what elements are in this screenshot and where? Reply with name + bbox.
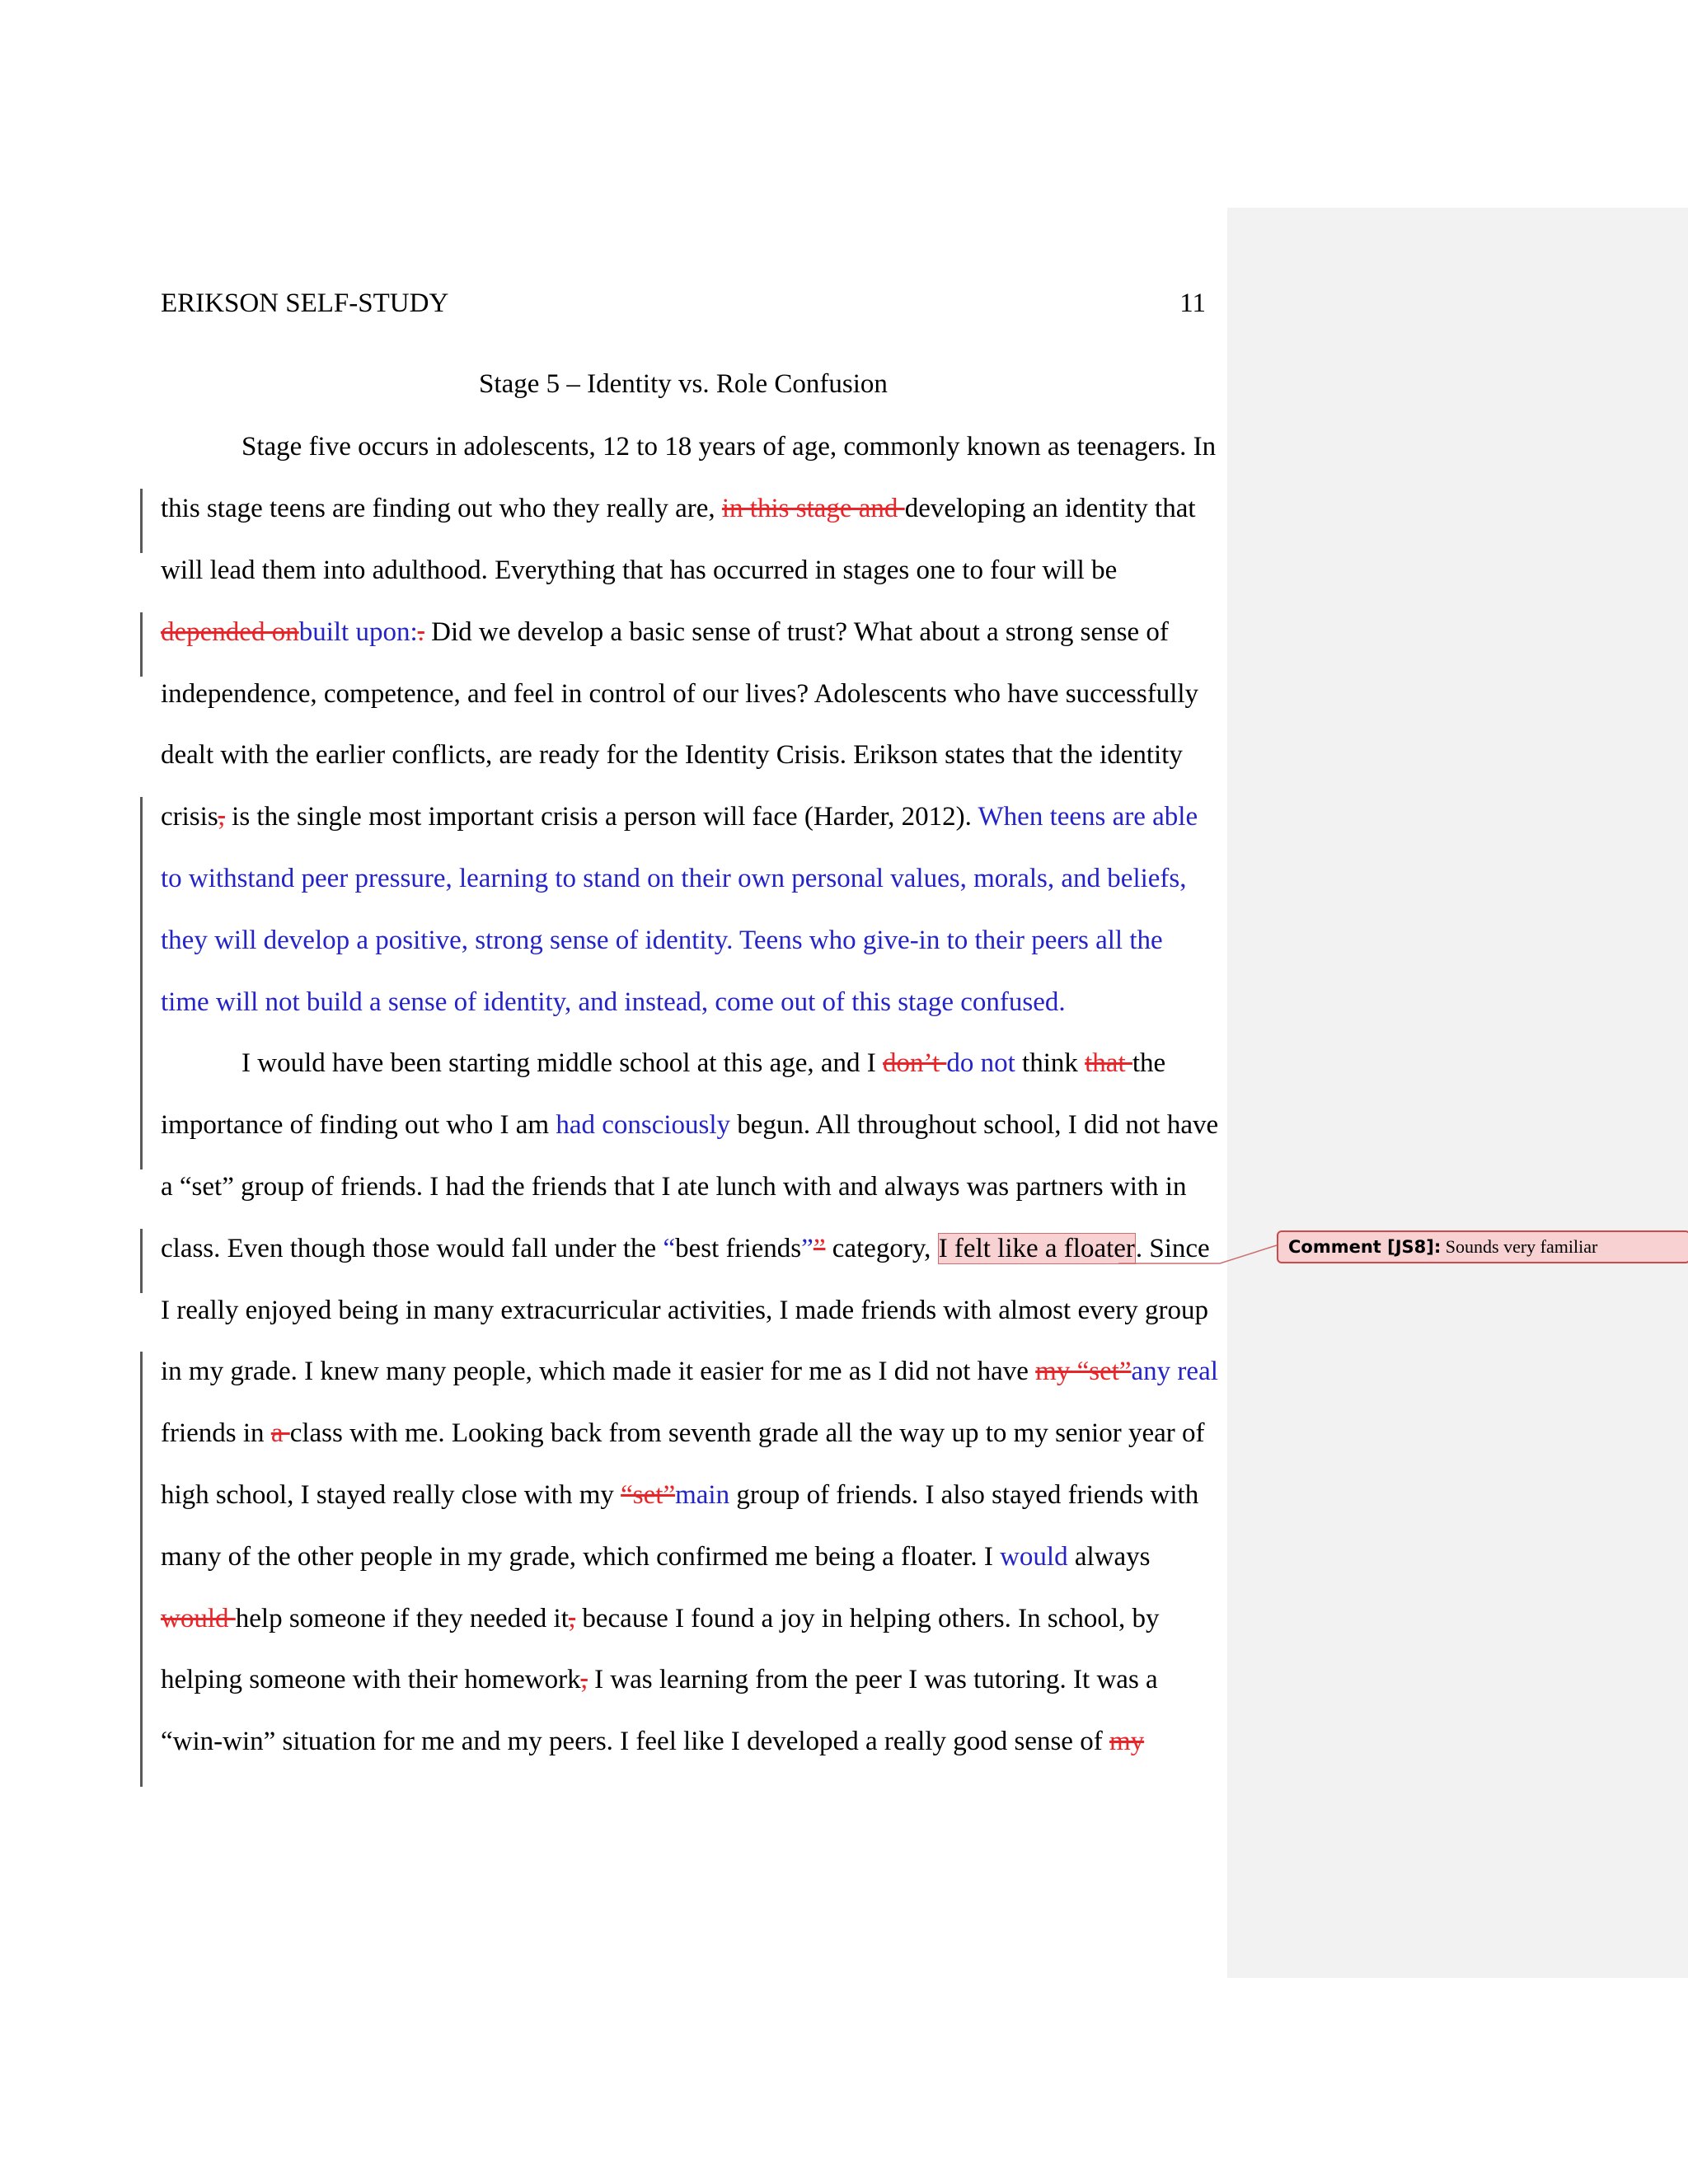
comment-label: Comment [JS8]: <box>1288 1237 1442 1257</box>
comment-connector <box>1118 1244 1278 1264</box>
comment-balloon[interactable]: Comment [JS8]: Sounds very familiar <box>1277 1230 1688 1263</box>
comment-text: Sounds very familiar <box>1441 1236 1598 1257</box>
